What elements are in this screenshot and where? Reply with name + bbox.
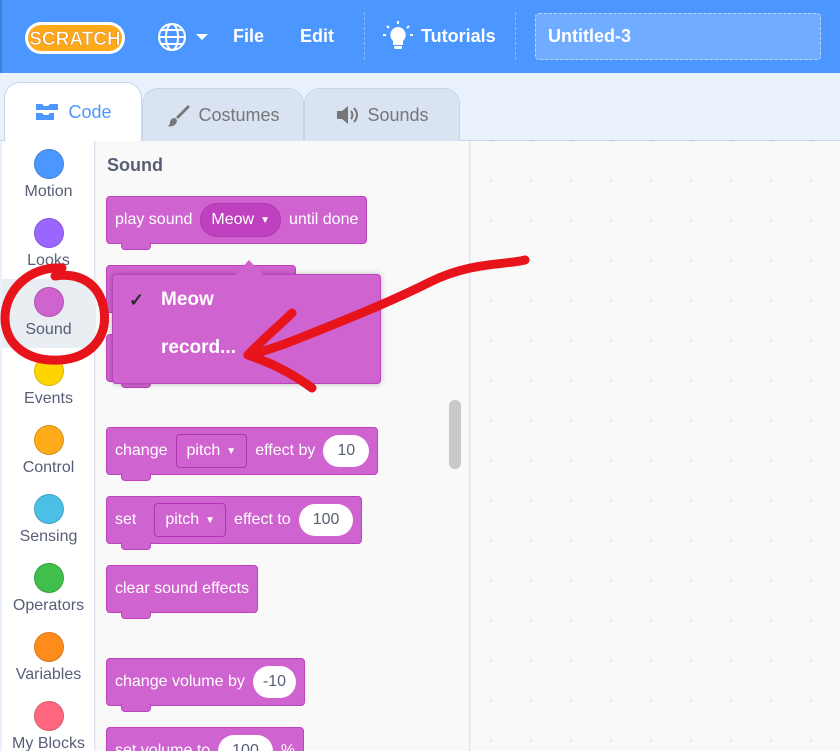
project-title-input[interactable]: Untitled-3 [535,13,821,60]
script-area[interactable] [471,141,840,751]
sound-color-dot [33,287,64,317]
category-label: Sound [25,321,72,338]
edit-menu[interactable]: Edit [300,0,334,73]
effect-amount-input[interactable]: 10 [323,435,370,467]
block-text: set volume to [115,742,211,751]
control-color-dot [33,425,64,455]
scratch-logo[interactable]: SCRATCH [24,20,126,56]
events-color-dot [33,356,64,386]
caret-down-icon: ▼ [205,514,216,526]
category-label: Looks [27,252,70,269]
tab-sounds-label: Sounds [367,104,429,125]
variables-color-dot [33,632,64,662]
chevron-down-icon [196,33,208,40]
code-blocks-icon [36,104,59,120]
menu-divider [515,12,516,60]
category-label: Operators [12,597,85,614]
category-control[interactable]: Control [2,417,95,486]
dropdown-option-label: record... [161,337,236,358]
block-text: change volume by [115,673,245,690]
sound-dropdown[interactable]: Meow ▼ [200,203,281,237]
file-menu[interactable]: File [233,0,264,73]
block-text: play sound [115,211,193,228]
block-text: % [280,742,296,751]
clear-sound-effects-block[interactable]: clear sound effects [106,565,259,619]
palette-scrollbar[interactable] [449,400,461,469]
play-sound-until-done-block[interactable]: play sound Meow ▼ until done [106,196,368,250]
category-looks[interactable]: Looks [2,210,95,279]
category-events[interactable]: Events [2,348,95,417]
dropdown-option-record[interactable]: record... [113,326,380,370]
dropdown-pointer [235,260,263,275]
block-text: change [115,442,168,459]
looks-color-dot [33,218,64,248]
effect-dropdown-value: pitch [165,511,200,528]
logo-text: SCRATCH [29,29,120,50]
operators-color-dot [33,563,64,593]
effect-dropdown[interactable]: pitch ▼ [175,434,248,468]
paintbrush-icon [167,105,191,127]
caret-down-icon: ▼ [226,445,237,457]
language-menu[interactable] [157,0,209,73]
block-palette: Sound play sound Meow ▼ until done chang… [96,141,470,751]
volume-value-input[interactable]: 100 [218,735,273,751]
dropdown-option-meow[interactable]: ✓ Meow [113,278,380,322]
speaker-icon [337,106,359,124]
effect-value-input[interactable]: 100 [298,504,354,536]
tab-code[interactable]: Code [4,82,142,141]
category-motion[interactable]: Motion [2,141,95,210]
effect-dropdown-value: pitch [186,442,221,459]
sound-dropdown-menu: ✓ Meow record... [112,274,381,384]
category-label: Control [22,459,75,476]
set-volume-block[interactable]: set volume to 100 % [106,727,305,751]
block-text: clear sound effects [115,580,250,597]
sound-dropdown-value: Meow [211,211,255,228]
volume-amount-input[interactable]: -10 [252,666,296,698]
tab-code-label: Code [68,101,112,122]
checkmark-icon: ✓ [129,289,145,310]
category-variables[interactable]: Variables [2,624,95,693]
change-volume-block[interactable]: change volume by -10 [106,658,305,712]
category-menu: Motion Looks Sound Events Control Sensin… [2,141,95,751]
menu-divider [364,12,365,60]
set-effect-block[interactable]: set pitch ▼ effect to 100 [106,496,363,550]
tab-costumes-label: Costumes [198,104,280,125]
category-label: Sensing [19,528,78,545]
globe-icon [158,22,186,51]
category-my-blocks[interactable]: My Blocks [2,693,95,751]
block-text: until done [288,211,359,228]
category-sound[interactable]: Sound [2,279,95,348]
category-label: Motion [24,183,73,200]
block-text: effect by [255,442,316,459]
palette-section-title: Sound [107,155,163,175]
effect-dropdown[interactable]: pitch ▼ [154,503,227,537]
tutorials-label: Tutorials [421,26,496,46]
caret-down-icon: ▼ [260,214,270,226]
category-operators[interactable]: Operators [2,555,95,624]
lightbulb-icon [383,20,413,49]
block-text: effect to [234,511,291,528]
category-sensing[interactable]: Sensing [2,486,95,555]
sensing-color-dot [33,494,64,524]
my-blocks-color-dot [33,701,64,731]
dropdown-option-label: Meow [161,289,214,310]
menu-bar: SCRATCH File Edit Tutorials Untitled-3 [0,0,840,73]
change-effect-block[interactable]: change pitch ▼ effect by 10 [106,427,379,481]
block-text: set [115,511,137,528]
category-label: Variables [15,666,82,683]
category-label: My Blocks [12,735,85,751]
tutorials-button[interactable]: Tutorials [383,0,496,73]
category-label: Events [24,390,73,407]
motion-color-dot [33,149,64,179]
tab-sounds[interactable]: Sounds [304,88,460,141]
tab-costumes[interactable]: Costumes [142,88,304,141]
